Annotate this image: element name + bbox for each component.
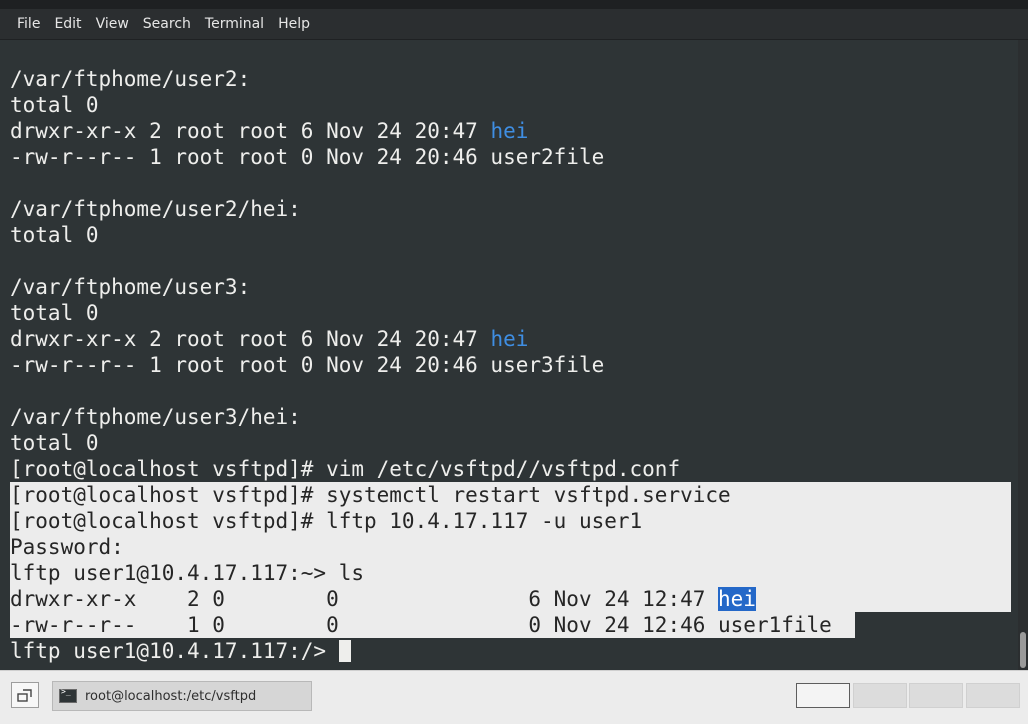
menu-file[interactable]: File (10, 9, 47, 39)
terminal-line: [root@localhost vsftpd]# lftp 10.4.17.11… (10, 508, 642, 534)
terminal-text: -rw-r--r-- 1 root root 0 Nov 24 20:46 us… (10, 353, 605, 377)
terminal-text: /var/ftphome/user3: (10, 275, 251, 299)
terminal-window: File Edit View Search Terminal Help /var… (0, 0, 1028, 723)
terminal-icon (59, 687, 77, 703)
terminal-text: -rw-r--r-- 1 0 0 0 Nov 24 12:46 user1fil… (10, 613, 832, 637)
terminal-line: -rw-r--r-- 1 0 0 0 Nov 24 12:46 user1fil… (10, 612, 832, 638)
terminal-text: drwxr-xr-x 2 root root 6 Nov 24 20:47 (10, 119, 491, 143)
taskbar-terminal-button[interactable]: root@localhost:/etc/vsftpd (52, 681, 312, 711)
text-cursor (338, 640, 351, 662)
terminal-line: lftp user1@10.4.17.117:/> (10, 638, 351, 664)
workspace-1[interactable] (796, 683, 850, 708)
menu-terminal[interactable]: Terminal (198, 9, 271, 39)
directory-name: hei (718, 587, 756, 611)
terminal-line: total 0 (10, 222, 99, 248)
terminal-line: /var/ftphome/user2: (10, 66, 250, 92)
show-desktop-icon (17, 689, 32, 702)
terminal-text: [root@localhost vsftpd]# lftp 10.4.17.11… (10, 509, 643, 533)
terminal-output[interactable]: /var/ftphome/user2: total 0 drwxr-xr-x 2 r… (0, 40, 1028, 670)
terminal-text: total 0 (10, 223, 99, 247)
terminal-text: lftp user1@10.4.17.117:/> (10, 639, 339, 663)
terminal-text: /var/ftphome/user2: (10, 67, 251, 91)
menu-search[interactable]: Search (136, 9, 198, 39)
menu-edit[interactable]: Edit (47, 9, 88, 39)
terminal-scrollbar[interactable] (1018, 40, 1028, 670)
terminal-line: -rw-r--r-- 1 root root 0 Nov 24 20:46 us… (10, 144, 604, 170)
menu-help[interactable]: Help (271, 9, 317, 39)
terminal-line: total 0 (10, 300, 99, 326)
terminal-text: drwxr-xr-x 2 root root 6 Nov 24 20:47 (10, 327, 491, 351)
directory-name: hei (490, 119, 529, 143)
terminal-text: /var/ftphome/user2/hei: (10, 197, 301, 221)
directory-name: hei (490, 327, 529, 351)
scrollbar-thumb[interactable] (1020, 632, 1026, 668)
terminal-line: total 0 (10, 430, 99, 456)
terminal-text: total 0 (10, 93, 99, 117)
terminal-text: /var/ftphome/user3/hei: (10, 405, 301, 429)
workspace-2[interactable] (853, 683, 907, 708)
terminal-line: /var/ftphome/user2/hei: (10, 196, 301, 222)
menu-bar: File Edit View Search Terminal Help (0, 9, 1028, 40)
terminal-text: lftp user1@10.4.17.117:~> ls (10, 561, 365, 585)
taskbar-terminal-label: root@localhost:/etc/vsftpd (85, 688, 257, 704)
terminal-line: /var/ftphome/user3/hei: (10, 404, 301, 430)
terminal-text: [root@localhost vsftpd]# systemctl resta… (10, 483, 731, 507)
terminal-text: [root@localhost vsftpd]# vim /etc/vsftpd… (10, 457, 681, 481)
terminal-text: drwxr-xr-x 2 0 0 6 Nov 24 12:47 (10, 587, 719, 611)
terminal-text: Password: (10, 535, 124, 559)
terminal-line: /var/ftphome/user3: (10, 274, 250, 300)
terminal-line: [root@localhost vsftpd]# systemctl resta… (10, 482, 731, 508)
terminal-text: total 0 (10, 301, 99, 325)
workspace-4[interactable] (966, 683, 1020, 708)
terminal-line: drwxr-xr-x 2 0 0 6 Nov 24 12:47 hei (10, 586, 756, 612)
terminal-line: [root@localhost vsftpd]# vim /etc/vsftpd… (10, 456, 680, 482)
terminal-line: drwxr-xr-x 2 root root 6 Nov 24 20:47 he… (10, 118, 528, 144)
terminal-line: -rw-r--r-- 1 root root 0 Nov 24 20:46 us… (10, 352, 604, 378)
terminal-text: -rw-r--r-- 1 root root 0 Nov 24 20:46 us… (10, 145, 605, 169)
menu-view[interactable]: View (89, 9, 136, 39)
workspace-3[interactable] (909, 683, 963, 708)
title-bar[interactable] (0, 0, 1028, 9)
terminal-line: Password: (10, 534, 124, 560)
terminal-line: drwxr-xr-x 2 root root 6 Nov 24 20:47 he… (10, 326, 528, 352)
show-desktop-button[interactable] (11, 682, 39, 708)
terminal-line: total 0 (10, 92, 99, 118)
taskbar: root@localhost:/etc/vsftpd (0, 670, 1028, 724)
terminal-text: total 0 (10, 431, 99, 455)
terminal-line: lftp user1@10.4.17.117:~> ls (10, 560, 364, 586)
